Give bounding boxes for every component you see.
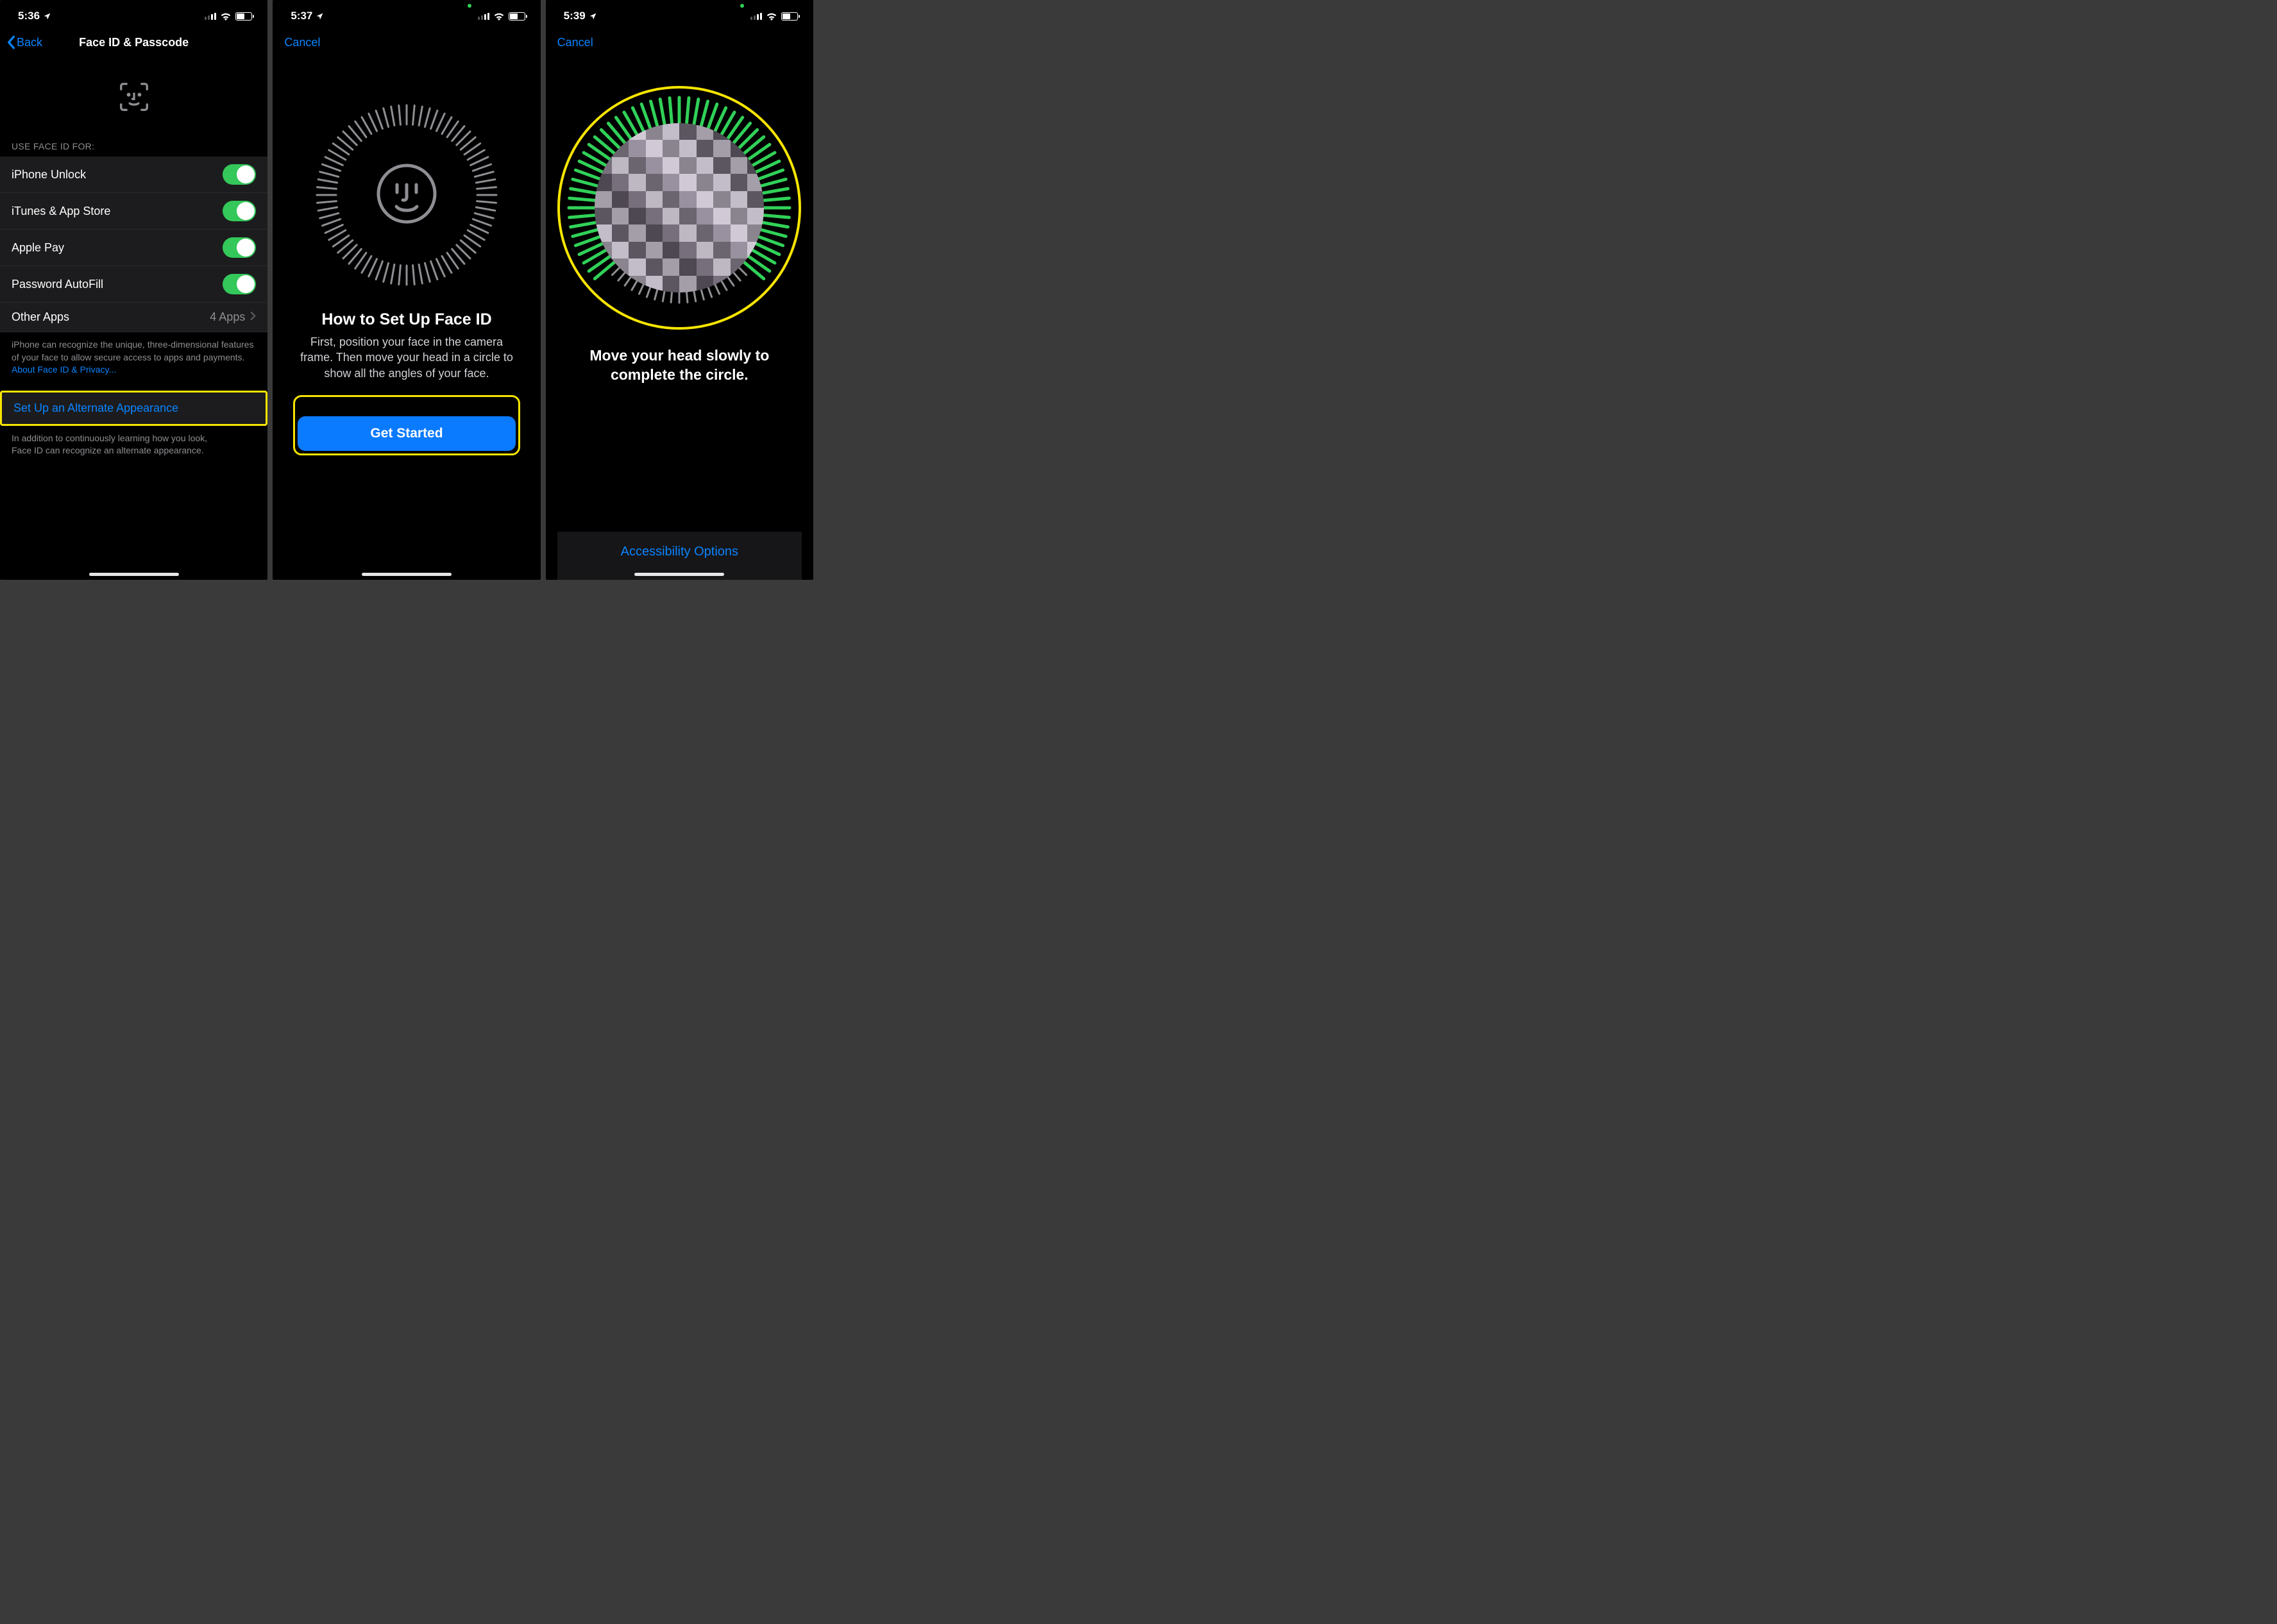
- setup-alternate-appearance-row[interactable]: Set Up an Alternate Appearance: [0, 391, 267, 426]
- setup-alternate-appearance-label: Set Up an Alternate Appearance: [13, 402, 178, 414]
- get-started-button[interactable]: Get Started: [298, 416, 516, 451]
- location-icon: [589, 12, 597, 21]
- wifi-icon: [220, 12, 232, 21]
- setup-heading: How to Set Up Face ID: [321, 310, 491, 329]
- home-indicator[interactable]: [362, 573, 452, 576]
- faceid-hero-icon: [0, 60, 267, 131]
- row-apple-pay[interactable]: Apple Pay: [0, 230, 267, 266]
- status-time: 5:37: [291, 10, 312, 22]
- status-time: 5:39: [564, 10, 586, 22]
- back-button[interactable]: Back: [6, 35, 42, 49]
- signal-icon: [478, 13, 489, 20]
- status-bar: 5:39: [546, 0, 813, 28]
- row-other-apps[interactable]: Other Apps 4 Apps: [0, 303, 267, 332]
- nav-bar: Back Face ID & Passcode: [0, 28, 267, 60]
- row-label: Other Apps: [12, 310, 69, 324]
- row-itunes-appstore[interactable]: iTunes & App Store: [0, 193, 267, 230]
- row-iphone-unlock[interactable]: iPhone Unlock: [0, 156, 267, 193]
- camera-indicator-dot: [468, 4, 471, 8]
- cancel-button[interactable]: Cancel: [279, 36, 320, 49]
- location-icon: [43, 12, 51, 21]
- wifi-icon: [493, 12, 505, 21]
- toggle-apple-pay[interactable]: [223, 237, 256, 258]
- camera-indicator-dot: [740, 4, 744, 8]
- screen-faceid-settings: 5:36 Back Face ID & Passcode USE FACE ID…: [0, 0, 267, 580]
- status-time: 5:36: [18, 10, 40, 22]
- scan-instruction: Move your head slowly to complete the ci…: [557, 346, 802, 385]
- accessibility-options-link[interactable]: Accessibility Options: [621, 545, 738, 559]
- battery-icon: [235, 12, 252, 21]
- signal-icon: [750, 13, 762, 20]
- chevron-right-icon: [250, 310, 256, 324]
- screen-faceid-scanning: 5:39 Cancel Move your head slowly to com…: [546, 0, 813, 580]
- get-started-highlight: Get Started: [293, 395, 520, 455]
- row-detail: 4 Apps: [210, 310, 245, 324]
- row-label: iTunes & App Store: [12, 205, 110, 218]
- row-label: iPhone Unlock: [12, 168, 86, 182]
- row-password-autofill[interactable]: Password AutoFill: [0, 266, 267, 303]
- home-indicator[interactable]: [89, 573, 179, 576]
- back-label: Back: [17, 36, 42, 49]
- nav-bar: Cancel: [546, 28, 813, 60]
- battery-icon: [781, 12, 798, 21]
- footer-text-1: iPhone can recognize the unique, three-d…: [0, 332, 267, 378]
- battery-icon: [509, 12, 525, 21]
- face-scan-ring: [557, 86, 801, 330]
- cancel-button[interactable]: Cancel: [552, 36, 593, 49]
- row-label: Apple Pay: [12, 241, 64, 255]
- setup-body: First, position your face in the camera …: [289, 334, 523, 381]
- section-header: USE FACE ID FOR:: [0, 131, 267, 156]
- signal-icon: [205, 13, 216, 20]
- home-indicator[interactable]: [634, 573, 724, 576]
- status-bar: 5:36: [0, 0, 267, 28]
- location-icon: [316, 12, 324, 21]
- about-faceid-privacy-link[interactable]: About Face ID & Privacy...: [12, 364, 116, 375]
- wifi-icon: [766, 12, 777, 21]
- camera-preview: [595, 123, 764, 292]
- nav-bar: Cancel: [273, 28, 540, 60]
- status-bar: 5:37: [273, 0, 540, 28]
- footer-text-2: In addition to continuously learning how…: [0, 426, 267, 459]
- faceid-tick-ring: [310, 99, 503, 291]
- toggle-itunes[interactable]: [223, 201, 256, 221]
- toggle-autofill[interactable]: [223, 274, 256, 294]
- screen-faceid-setup-intro: 5:37 Cancel How to Set Up Face ID Fir: [273, 0, 540, 580]
- row-label: Password AutoFill: [12, 278, 103, 291]
- toggle-iphone-unlock[interactable]: [223, 164, 256, 185]
